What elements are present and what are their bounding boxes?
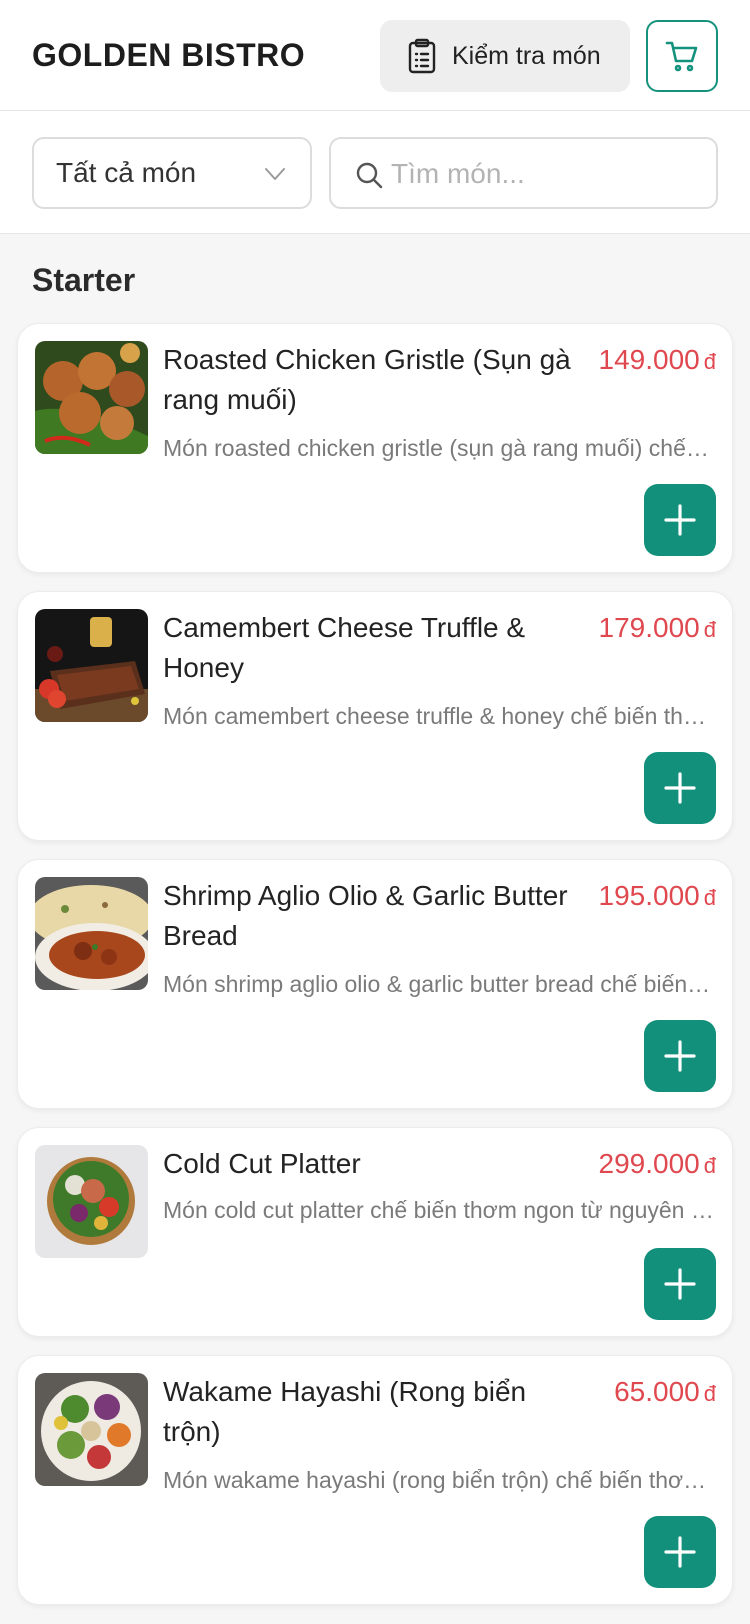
filter-bar: Tất cả món (0, 111, 750, 234)
food-image (35, 609, 148, 722)
item-price: 195.000 đ (599, 876, 716, 918)
price-value: 65.000 (614, 1376, 700, 1407)
currency-symbol: đ (703, 349, 716, 374)
category-select[interactable]: Tất cả món (32, 137, 312, 209)
cart-icon (665, 41, 698, 72)
item-price: 299.000 đ (599, 1144, 716, 1186)
item-price: 65.000 đ (614, 1372, 716, 1414)
add-to-cart-button[interactable] (644, 752, 716, 824)
item-description: Món camembert cheese truffle & honey chế… (163, 703, 715, 729)
clipboard-icon (408, 38, 436, 74)
price-value: 299.000 (598, 1148, 700, 1179)
item-description: Món roasted chicken gristle (sụn gà rang… (163, 435, 715, 461)
plus-icon (664, 1536, 696, 1568)
food-image (35, 877, 148, 990)
add-to-cart-button[interactable] (644, 1516, 716, 1588)
chevron-down-icon (265, 168, 285, 180)
currency-symbol: đ (703, 617, 716, 642)
menu-item-card[interactable]: Shrimp Aglio Olio & Garlic Butter Bread … (17, 859, 733, 1109)
app-header: GOLDEN BISTRO Kiểm tra món (0, 0, 750, 111)
plus-icon (664, 1268, 696, 1300)
plus-icon (664, 1040, 696, 1072)
plus-icon (664, 772, 696, 804)
category-select-value: Tất cả món (56, 157, 197, 188)
currency-symbol: đ (703, 1153, 716, 1178)
add-to-cart-button[interactable] (644, 484, 716, 556)
item-name: Shrimp Aglio Olio & Garlic Butter Bread (163, 880, 568, 951)
check-order-label: Kiểm tra món (452, 41, 601, 70)
menu-item-card[interactable]: Cold Cut Platter 299.000 đ Món cold cut p… (17, 1127, 733, 1337)
search-input[interactable] (391, 149, 701, 199)
item-name: Wakame Hayashi (Rong biển trộn) (163, 1376, 527, 1447)
brand-title: GOLDEN BISTRO (32, 37, 306, 73)
search-icon (356, 162, 383, 189)
price-value: 179.000 (598, 612, 700, 643)
price-value: 149.000 (598, 344, 700, 375)
search-box[interactable] (329, 137, 718, 209)
food-image (35, 1145, 148, 1258)
food-image (35, 1373, 148, 1486)
item-description: Món shrimp aglio olio & garlic butter br… (163, 971, 715, 997)
item-name: Camembert Cheese Truffle & Honey (163, 612, 526, 683)
check-order-button[interactable]: Kiểm tra món (380, 20, 630, 92)
menu-item-card[interactable]: Wakame Hayashi (Rong biển trộn) 65.000 đ … (17, 1355, 733, 1605)
menu-item-card[interactable]: Roasted Chicken Gristle (Sụn gà rang muố… (17, 323, 733, 573)
price-value: 195.000 (598, 880, 700, 911)
plus-icon (664, 504, 696, 536)
item-name: Roasted Chicken Gristle (Sụn gà rang muố… (163, 344, 571, 415)
add-to-cart-button[interactable] (644, 1248, 716, 1320)
section-title: Starter (32, 262, 136, 298)
food-image (35, 341, 148, 454)
item-description: Món wakame hayashi (rong biển trộn) chế … (163, 1467, 715, 1493)
currency-symbol: đ (703, 885, 716, 910)
item-description: Món cold cut platter chế biến thơm ngon … (163, 1197, 715, 1223)
item-name: Cold Cut Platter (163, 1148, 361, 1179)
menu-item-card[interactable]: Camembert Cheese Truffle & Honey 179.000… (17, 591, 733, 841)
item-price: 179.000 đ (599, 608, 716, 650)
item-price: 149.000 đ (599, 340, 716, 382)
currency-symbol: đ (703, 1381, 716, 1406)
cart-button[interactable] (646, 20, 718, 92)
add-to-cart-button[interactable] (644, 1020, 716, 1092)
